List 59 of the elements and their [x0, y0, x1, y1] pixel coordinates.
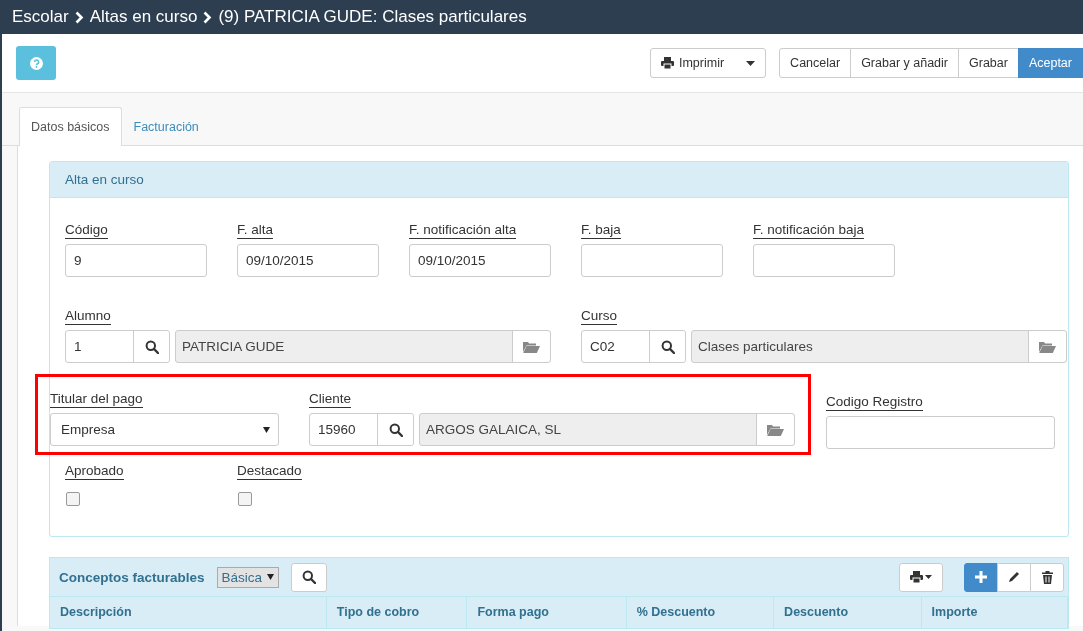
breadcrumb-item[interactable]: Escolar: [12, 7, 69, 27]
tab[interactable]: Datos básicos: [19, 107, 122, 146]
caret-icon: [746, 60, 756, 66]
field-label: F. notificación baja: [753, 222, 865, 239]
field-label: Alumno: [65, 308, 111, 325]
field-label: Titular del pago: [50, 391, 143, 408]
printer-icon: [910, 571, 923, 583]
field-label: Cliente: [309, 391, 352, 408]
column-header[interactable]: Descripción: [50, 597, 327, 628]
help-icon: [29, 56, 43, 70]
caret-icon: [925, 575, 932, 579]
action-button[interactable]: Aceptar: [1017, 48, 1083, 78]
pencil-icon: [1008, 571, 1020, 583]
input-field[interactable]: [753, 244, 895, 277]
column-header[interactable]: Descuento: [774, 597, 922, 628]
action-button[interactable]: Grabar: [958, 48, 1019, 78]
checkbox[interactable]: [238, 492, 252, 506]
field-label: F. baja: [581, 222, 621, 239]
select-field[interactable]: Empresa: [50, 413, 279, 446]
search-icon: [302, 570, 317, 584]
field-label: Aprobado: [65, 463, 124, 480]
field-label: Codigo Registro: [826, 394, 923, 411]
action-button[interactable]: Grabar y añadir: [850, 48, 959, 78]
field-label: F. alta: [237, 222, 274, 239]
field-label: Código: [65, 222, 108, 239]
input-field[interactable]: [581, 244, 723, 277]
input-field[interactable]: 09/10/2015: [409, 244, 551, 277]
checkbox[interactable]: [66, 492, 80, 506]
field-label: Curso: [581, 308, 617, 325]
plus-icon: [975, 571, 987, 583]
caret-icon: [263, 426, 270, 433]
help-button[interactable]: [16, 46, 56, 80]
column-header[interactable]: Importe: [921, 597, 1069, 628]
breadcrumb-item[interactable]: Altas en curso: [89, 7, 198, 27]
input-field[interactable]: [826, 416, 1055, 449]
add-button[interactable]: [964, 562, 998, 592]
panel-title: Alta en curso: [50, 162, 1068, 198]
delete-button[interactable]: [1030, 562, 1064, 592]
field-label: Destacado: [237, 463, 302, 480]
field-label: F. notificación alta: [409, 222, 517, 239]
input-field[interactable]: 9: [65, 244, 207, 277]
chevron-icon: [203, 10, 213, 24]
caret-icon: [267, 574, 275, 580]
breadcrumb-item: (9) PATRICIA GUDE: Clases particulares: [218, 7, 527, 27]
column-header[interactable]: Forma pago: [467, 597, 627, 628]
print-button[interactable]: [899, 562, 943, 592]
trash-icon: [1041, 570, 1053, 584]
panel-title: Conceptos facturables: [59, 569, 205, 585]
printer-icon: [660, 57, 674, 69]
column-header[interactable]: % Descuento: [626, 597, 775, 628]
input-field[interactable]: 09/10/2015: [237, 244, 379, 277]
print-button[interactable]: Imprimir: [649, 48, 767, 78]
tab[interactable]: Facturación: [121, 107, 211, 146]
column-header[interactable]: Tipo de cobro: [326, 597, 468, 628]
action-button[interactable]: Cancelar: [779, 48, 852, 78]
search-button[interactable]: [291, 562, 328, 592]
view-select[interactable]: Básica: [216, 566, 280, 588]
edit-button[interactable]: [997, 562, 1031, 592]
chevron-icon: [74, 10, 84, 24]
